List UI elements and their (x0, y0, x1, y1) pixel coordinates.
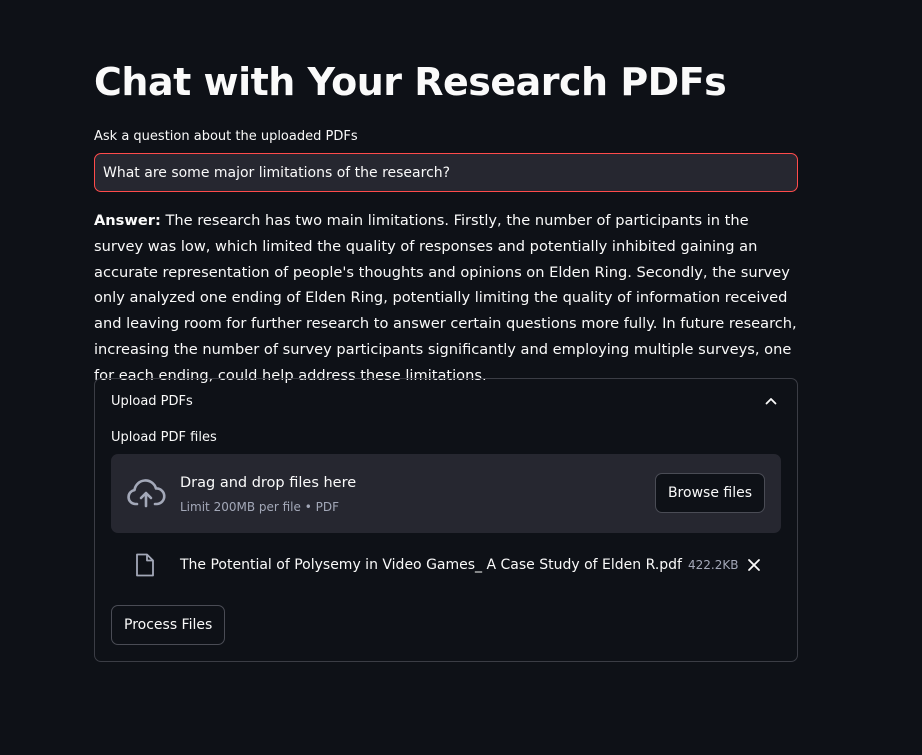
answer-body: The research has two main limitations. F… (94, 212, 797, 384)
question-input[interactable] (94, 153, 798, 192)
answer-text: Answer: The research has two main limita… (94, 208, 798, 389)
file-size: 422.2KB (687, 558, 739, 572)
dropzone-limit-text: Limit 200MB per file • PDF (180, 500, 339, 514)
uploader-label: Upload PDF files (111, 430, 217, 445)
browse-files-button[interactable]: Browse files (654, 473, 765, 513)
upload-pdfs-expander: Upload PDFs Upload PDF files Drag and dr… (94, 378, 798, 662)
uploaded-file-row: The Potential of Polysemy in Video Games… (111, 545, 781, 585)
file-icon (136, 553, 154, 577)
expander-header[interactable]: Upload PDFs (95, 379, 797, 425)
close-icon[interactable] (747, 558, 761, 572)
question-input-label: Ask a question about the uploaded PDFs (94, 129, 358, 144)
answer-prefix: Answer: (94, 212, 161, 229)
process-files-button[interactable]: Process Files (111, 605, 226, 645)
file-name: The Potential of Polysemy in Video Games… (180, 555, 738, 575)
dropzone-title: Drag and drop files here (180, 475, 357, 491)
chevron-up-icon (765, 398, 777, 405)
page-title: Chat with Your Research PDFs (94, 60, 727, 104)
file-dropzone[interactable]: Drag and drop files here Limit 200MB per… (111, 454, 781, 533)
cloud-upload-icon (127, 479, 166, 508)
expander-title: Upload PDFs (111, 394, 193, 409)
file-name-text: The Potential of Polysemy in Video Games… (180, 557, 682, 573)
